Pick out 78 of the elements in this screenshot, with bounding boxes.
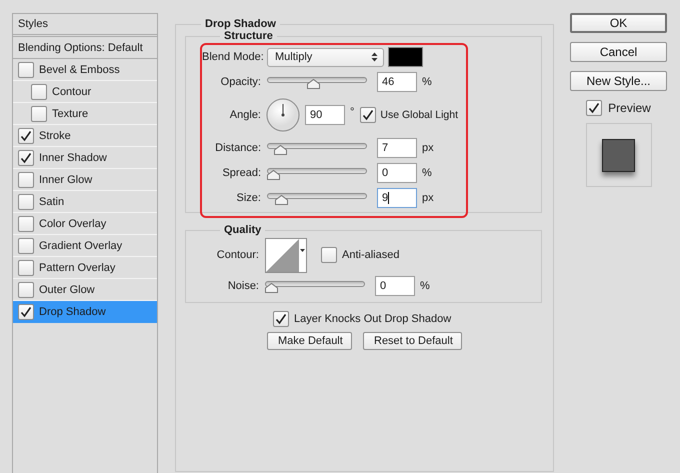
style-list-item[interactable]: Blending Options: Default <box>13 37 157 59</box>
angle-dial[interactable] <box>266 98 300 132</box>
slider-thumb[interactable] <box>307 78 320 88</box>
style-list-item[interactable]: Inner Shadow <box>13 147 157 169</box>
section-title: Structure <box>223 30 274 42</box>
style-list-item[interactable]: Texture <box>13 103 157 125</box>
style-list-item[interactable]: Inner Glow <box>13 169 157 191</box>
field-label: Size: <box>236 192 261 204</box>
checkbox[interactable] <box>273 311 289 327</box>
checkbox-label: Anti-aliased <box>342 249 400 261</box>
slider-track[interactable] <box>267 166 367 180</box>
slider-thumb[interactable] <box>274 144 287 154</box>
panel-title: Styles <box>18 18 48 30</box>
number-field[interactable]: 0 <box>377 163 417 183</box>
unit-label: px <box>422 142 434 154</box>
style-list-item[interactable]: Bevel & Emboss <box>13 59 157 81</box>
checkbox[interactable] <box>18 128 34 144</box>
number-field[interactable]: 7 <box>377 138 417 158</box>
checkbox[interactable] <box>18 150 34 166</box>
field-label: Blend Mode: <box>202 51 261 63</box>
checkbox[interactable] <box>18 194 34 210</box>
unit-label: % <box>420 280 430 292</box>
checkbox[interactable] <box>360 107 376 123</box>
style-list-item[interactable]: Color Overlay <box>13 213 157 235</box>
style-list-item[interactable]: Drop Shadow <box>13 301 157 323</box>
checkbox-label: Layer Knocks Out Drop Shadow <box>294 313 452 325</box>
style-list-item[interactable]: Contour <box>13 81 157 103</box>
checkbox[interactable] <box>18 238 34 254</box>
style-list-item[interactable]: Stroke <box>13 125 157 147</box>
checkbox-label: Preview <box>608 101 651 115</box>
unit-label: % <box>422 76 432 88</box>
style-list-item[interactable]: Pattern Overlay <box>13 257 157 279</box>
preview-square <box>602 138 635 172</box>
checkbox-label: Use Global Light <box>380 109 458 121</box>
number-field[interactable]: 90 <box>305 105 345 125</box>
field-label: Opacity: <box>220 76 261 88</box>
slider-thumb[interactable] <box>274 194 288 204</box>
field-label: Angle: <box>228 109 261 121</box>
checkbox[interactable] <box>31 84 47 100</box>
slider-track[interactable] <box>267 192 367 204</box>
checkbox[interactable] <box>18 216 34 232</box>
section-title: Drop Shadow <box>204 18 277 30</box>
checkbox[interactable] <box>18 304 34 320</box>
checkbox[interactable] <box>18 172 34 188</box>
degree-sign: ° <box>350 106 354 118</box>
field-label: Noise: <box>226 280 259 292</box>
unit-label: px <box>422 192 434 204</box>
field-label: Distance: <box>214 142 261 154</box>
number-field[interactable]: 46 <box>377 72 417 92</box>
color-swatch[interactable] <box>388 47 423 67</box>
checkbox[interactable] <box>18 260 34 276</box>
make-default-button[interactable]: Make Default <box>267 332 352 350</box>
style-list-item[interactable]: Satin <box>13 191 157 213</box>
ok-button[interactable]: OK <box>570 13 667 33</box>
up-down-arrows-icon <box>371 52 378 62</box>
slider-track[interactable] <box>265 280 365 292</box>
slider-thumb[interactable] <box>267 170 280 180</box>
unit-label: % <box>422 167 432 179</box>
slider-track[interactable] <box>267 76 367 88</box>
slider-thumb[interactable] <box>265 282 278 292</box>
contour-picker[interactable] <box>265 238 307 272</box>
style-list-item[interactable]: Gradient Overlay <box>13 235 157 257</box>
field-label: Spread: <box>221 167 261 179</box>
field-label: Contour: <box>216 249 259 261</box>
number-field[interactable]: 0 <box>375 276 415 296</box>
reset-default-button[interactable]: Reset to Default <box>363 332 462 350</box>
blend-mode-dropdown[interactable]: Multiply <box>267 48 384 66</box>
slider-track[interactable] <box>267 142 367 154</box>
number-field[interactable]: 9 <box>377 188 417 208</box>
cancel-button[interactable]: Cancel <box>570 42 667 62</box>
section-title: Quality <box>223 224 262 236</box>
checkbox[interactable] <box>586 100 602 116</box>
checkbox[interactable] <box>18 62 34 78</box>
checkbox[interactable] <box>321 247 337 263</box>
checkbox[interactable] <box>18 282 34 298</box>
dropdown-arrow-icon <box>300 248 305 252</box>
checkbox[interactable] <box>31 106 47 122</box>
new-style-button[interactable]: New Style... <box>570 71 667 91</box>
